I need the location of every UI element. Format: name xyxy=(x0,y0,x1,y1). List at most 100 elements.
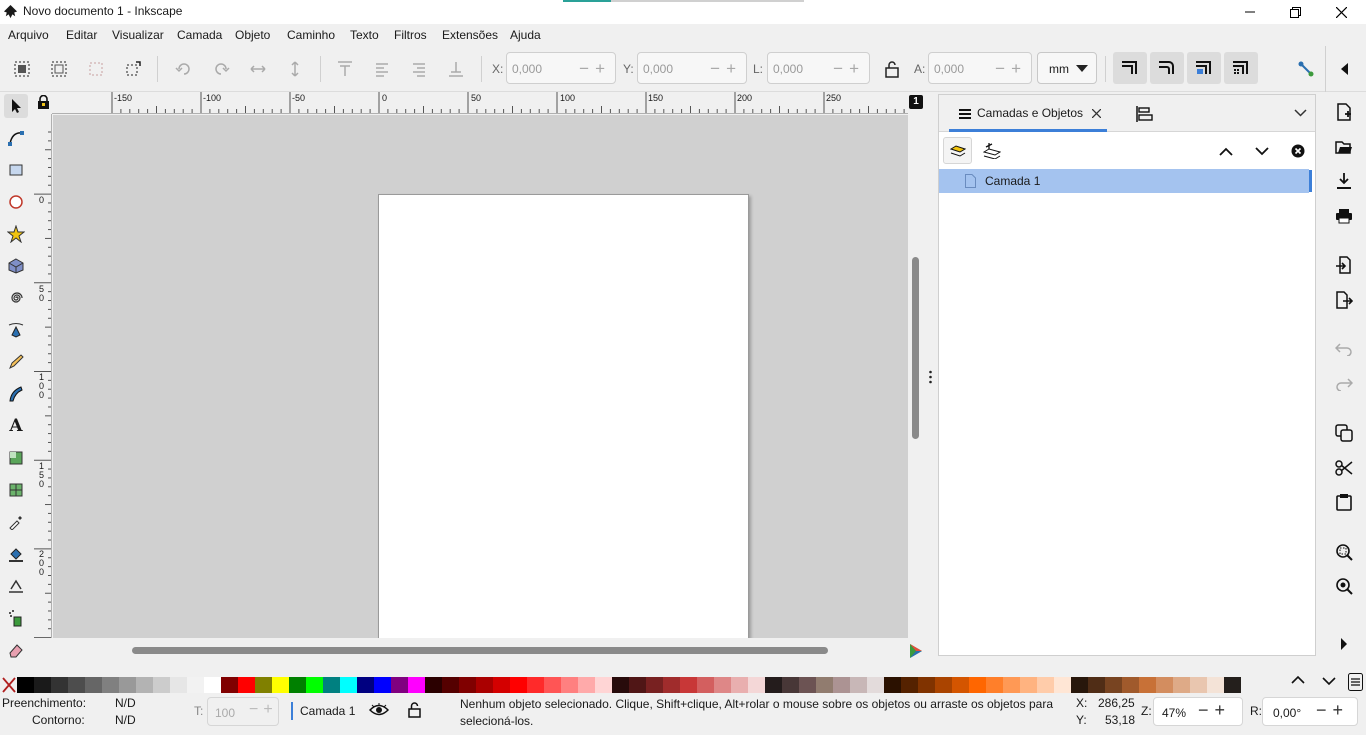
flip-vertical-icon[interactable] xyxy=(283,57,307,81)
tweak-tool-icon[interactable] xyxy=(4,574,28,598)
star-tool-icon[interactable] xyxy=(4,222,28,246)
color-swatch[interactable] xyxy=(884,677,901,693)
color-swatch[interactable] xyxy=(544,677,561,693)
height-stepper-icon[interactable]: −+ xyxy=(995,59,1027,79)
import-icon[interactable] xyxy=(1332,253,1356,277)
horizontal-scrollbar[interactable] xyxy=(132,647,828,654)
no-paint-icon[interactable] xyxy=(2,677,16,693)
color-swatch[interactable] xyxy=(1037,677,1054,693)
color-swatch[interactable] xyxy=(255,677,272,693)
rectangle-tool-icon[interactable] xyxy=(4,158,28,182)
redo-icon[interactable] xyxy=(1332,372,1356,396)
color-swatch[interactable] xyxy=(425,677,442,693)
color-swatch[interactable] xyxy=(918,677,935,693)
color-swatch[interactable] xyxy=(646,677,663,693)
color-swatch[interactable] xyxy=(595,677,612,693)
rotate-stepper-icon[interactable]: −+ xyxy=(1316,700,1349,721)
vertical-scrollbar[interactable] xyxy=(912,257,919,439)
scale-corners-icon[interactable] xyxy=(1150,52,1184,84)
color-swatch[interactable] xyxy=(680,677,697,693)
color-swatch[interactable] xyxy=(323,677,340,693)
menu-visualizar[interactable]: Visualizar xyxy=(112,28,164,42)
selector-tool-icon[interactable] xyxy=(4,94,28,118)
current-layer[interactable]: Camada 1 xyxy=(300,704,355,718)
lower-to-bottom-icon[interactable] xyxy=(444,57,468,81)
color-swatch[interactable] xyxy=(238,677,255,693)
pen-tool-icon[interactable] xyxy=(4,318,28,342)
close-window-button[interactable] xyxy=(1318,0,1364,24)
palette-scroll-down-icon[interactable] xyxy=(1322,676,1336,686)
color-swatch[interactable] xyxy=(901,677,918,693)
color-swatch[interactable] xyxy=(1207,677,1224,693)
color-swatch[interactable] xyxy=(391,677,408,693)
zoom-drawing-icon[interactable] xyxy=(1332,574,1356,598)
maximize-button[interactable] xyxy=(1272,0,1318,24)
paste-icon[interactable] xyxy=(1332,490,1356,514)
color-swatch[interactable] xyxy=(578,677,595,693)
color-swatch[interactable] xyxy=(408,677,425,693)
palette-scroll-up-icon[interactable] xyxy=(1291,675,1305,685)
panel-resize-handle[interactable] xyxy=(929,370,932,384)
color-swatch[interactable] xyxy=(510,677,527,693)
color-swatch[interactable] xyxy=(374,677,391,693)
y-stepper-icon[interactable]: −+ xyxy=(710,59,742,79)
cut-icon[interactable] xyxy=(1332,456,1356,480)
move-down-icon[interactable] xyxy=(1255,147,1269,156)
color-swatch[interactable] xyxy=(17,677,34,693)
color-swatch[interactable] xyxy=(442,677,459,693)
deselect-icon[interactable] xyxy=(121,57,145,81)
spiral-tool-icon[interactable] xyxy=(4,286,28,310)
open-file-icon[interactable] xyxy=(1332,135,1356,159)
raise-to-top-icon[interactable] xyxy=(333,57,357,81)
node-tool-icon[interactable] xyxy=(4,126,28,150)
color-swatch[interactable] xyxy=(612,677,629,693)
color-swatch[interactable] xyxy=(697,677,714,693)
menu-camada[interactable]: Camada xyxy=(177,28,222,42)
color-swatch[interactable] xyxy=(1122,677,1139,693)
text-tool-icon[interactable]: A xyxy=(4,414,28,438)
copy-icon[interactable] xyxy=(1332,421,1356,445)
transform-patterns-icon[interactable] xyxy=(1224,52,1258,84)
align-distribute-tab-icon[interactable] xyxy=(1135,105,1153,123)
color-swatch[interactable] xyxy=(816,677,833,693)
color-swatch[interactable] xyxy=(1224,677,1241,693)
color-managed-icon[interactable] xyxy=(908,642,924,660)
color-swatch[interactable] xyxy=(459,677,476,693)
width-input[interactable]: 0,000 −+ xyxy=(767,52,870,84)
color-swatch[interactable] xyxy=(663,677,680,693)
zoom-stepper-icon[interactable]: −+ xyxy=(1198,700,1231,721)
color-swatch[interactable] xyxy=(561,677,578,693)
color-swatch[interactable] xyxy=(527,677,544,693)
color-swatch[interactable] xyxy=(136,677,153,693)
x-stepper-icon[interactable]: −+ xyxy=(579,59,611,79)
color-swatch[interactable] xyxy=(493,677,510,693)
mesh-tool-icon[interactable] xyxy=(4,478,28,502)
menu-extensoes[interactable]: Extensões xyxy=(442,28,498,42)
export-icon[interactable] xyxy=(1332,288,1356,312)
zoom-selection-icon[interactable] xyxy=(1332,540,1356,564)
color-swatch[interactable] xyxy=(731,677,748,693)
pencil-tool-icon[interactable] xyxy=(4,350,28,374)
color-swatch[interactable] xyxy=(34,677,51,693)
color-swatch[interactable] xyxy=(1156,677,1173,693)
flip-horizontal-icon[interactable] xyxy=(246,57,270,81)
menu-ajuda[interactable]: Ajuda xyxy=(510,28,541,42)
document-page[interactable] xyxy=(378,194,749,638)
more-commands-icon[interactable] xyxy=(1332,632,1356,656)
menu-objeto[interactable]: Objeto xyxy=(235,28,270,42)
paint-bucket-tool-icon[interactable] xyxy=(4,542,28,566)
color-swatch[interactable] xyxy=(221,677,238,693)
tab-layers-objects[interactable]: Camadas e Objetos xyxy=(949,95,1107,132)
palette-menu-icon[interactable] xyxy=(1348,673,1363,691)
color-swatch[interactable] xyxy=(340,677,357,693)
color-swatch[interactable] xyxy=(714,677,731,693)
menu-editar[interactable]: Editar xyxy=(66,28,97,42)
visibility-eye-icon[interactable] xyxy=(369,703,389,717)
select-all-layers-icon[interactable] xyxy=(47,57,71,81)
color-swatch[interactable] xyxy=(629,677,646,693)
remove-layer-icon[interactable] xyxy=(1291,144,1305,158)
color-swatch[interactable] xyxy=(799,677,816,693)
lock-ratio-icon[interactable] xyxy=(880,57,904,81)
rotate-input[interactable]: 0,00° −+ xyxy=(1262,697,1358,726)
unit-select[interactable]: mm xyxy=(1037,52,1097,84)
